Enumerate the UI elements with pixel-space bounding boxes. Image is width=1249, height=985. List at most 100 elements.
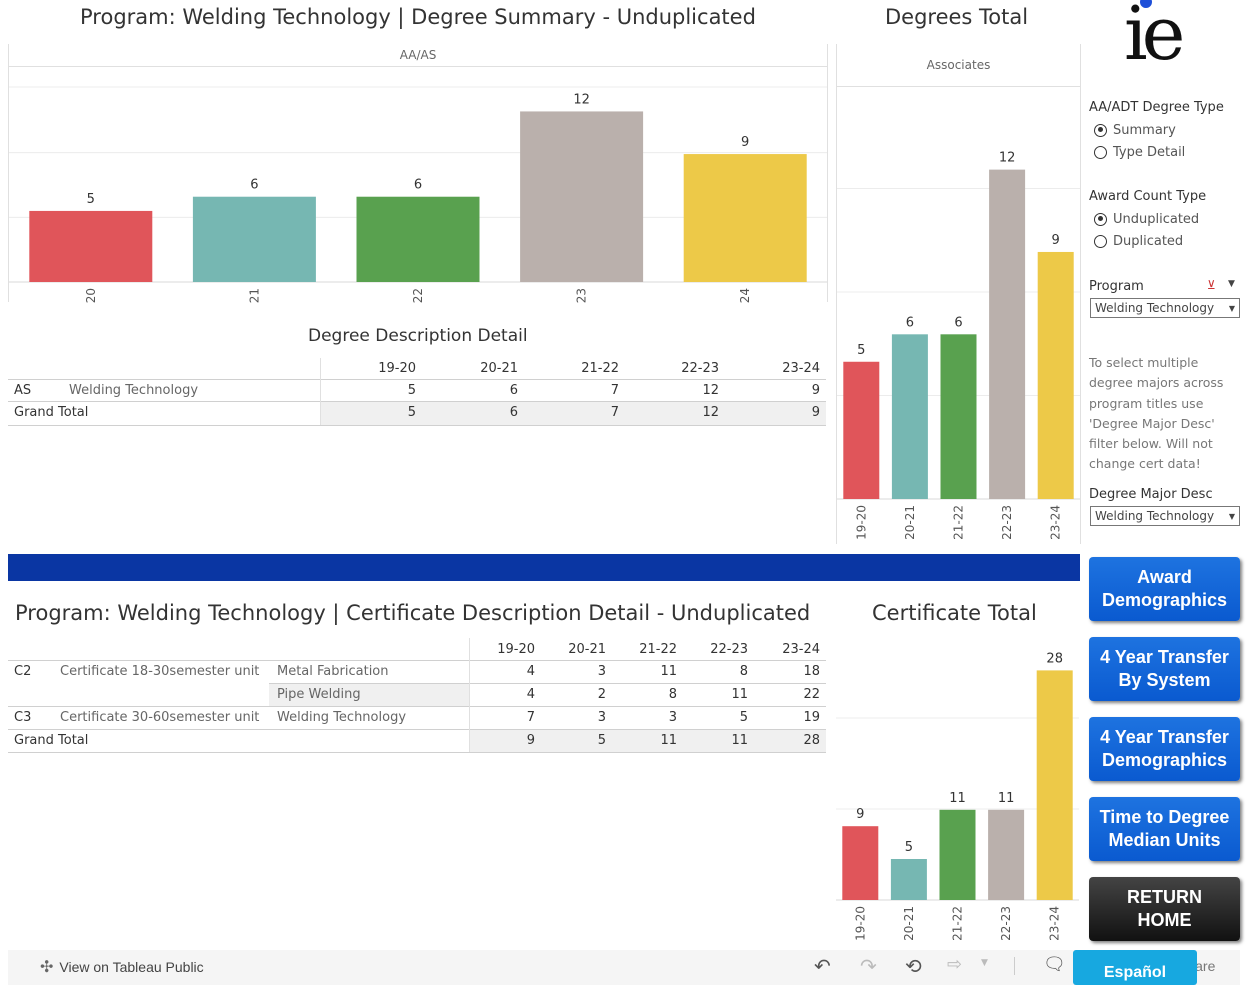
radio-selected-icon (1094, 123, 1107, 137)
certificate-total-title: Certificate Total (872, 601, 1037, 625)
cert-total-bar-value-label: 9 (856, 807, 864, 822)
redo-icon[interactable]: ↷ (860, 954, 877, 978)
table-value: 11 (660, 664, 677, 679)
table-value: 6 (509, 405, 518, 420)
column-header: 20-21 (568, 642, 606, 657)
table-value: 6 (509, 383, 518, 398)
degrees-total-bar-20-21 (891, 334, 928, 499)
award-count-radio-group: Unduplicated Duplicated (1094, 208, 1199, 252)
degrees-total-bar-23-24 (1037, 251, 1074, 499)
certificate-major: Pipe Welding (277, 687, 361, 702)
degree-detail-table: 19-20 20-21 21-22 22-23 23-24 AS Welding Techn… (8, 358, 826, 428)
comment-icon[interactable]: 🗨 (1043, 954, 1066, 975)
grand-total-label: Grand Total (14, 733, 89, 748)
view-on-tableau-link[interactable]: ✣ View on Tableau Public (40, 957, 204, 977)
espanol-label: Español (1103, 963, 1167, 981)
radio-unselected-icon (1094, 145, 1107, 159)
column-header: 23-24 (782, 361, 820, 376)
certificate-description: Certificate 18-30semester unit (60, 664, 260, 679)
summary-tick-label: 20-21 (247, 288, 261, 303)
return-home-line1: RETURN (1127, 887, 1202, 907)
degrees-total-bar-19-20 (843, 361, 880, 499)
table-value: 11 (731, 733, 748, 748)
undo-icon[interactable]: ↶ (814, 954, 831, 978)
degrees-total-tick-label: 22-23 (1000, 505, 1014, 540)
program-select[interactable]: Welding Technology ▼ (1090, 298, 1240, 318)
radio-selected-icon (1094, 212, 1107, 226)
degrees-total-tick-label: 19-20 (854, 505, 868, 540)
degrees-total-tick-label: 20-21 (903, 505, 917, 540)
clear-filter-icon[interactable]: ⊻ (1207, 278, 1216, 292)
radio-unduplicated[interactable]: Unduplicated (1094, 208, 1199, 230)
degree-major-select[interactable]: Welding Technology ▼ (1090, 506, 1240, 526)
multi-select-note: To select multiple degree majors across … (1089, 355, 1224, 472)
table-divider (8, 752, 826, 753)
transfer-by-system-button[interactable]: 4 Year Transfer By System (1089, 637, 1240, 701)
table-value: 2 (597, 687, 606, 702)
toolbar-separator (1014, 957, 1015, 975)
transfer-by-system-line2: By System (1118, 670, 1211, 690)
certificate-title: Program: Welding Technology | Certificat… (15, 601, 811, 625)
summary-bar-value-label: 6 (414, 178, 422, 193)
column-header: 22-23 (710, 642, 748, 657)
table-value: 11 (731, 687, 748, 702)
table-value: 4 (526, 687, 535, 702)
summary-bar-value-label: 5 (87, 192, 95, 207)
return-home-button[interactable]: RETURN HOME (1089, 877, 1240, 941)
refresh-icon[interactable]: ⇨ (947, 954, 962, 975)
table-divider (8, 425, 826, 426)
table-value: 7 (526, 710, 535, 725)
radio-summary[interactable]: Summary (1094, 119, 1185, 141)
column-header: 19-20 (378, 361, 416, 376)
table-value: 19 (803, 710, 820, 725)
summary-bar-21-22 (356, 196, 480, 282)
espanol-button[interactable]: Español (1073, 950, 1197, 985)
column-header: 22-23 (681, 361, 719, 376)
cert-total-bar-21-22 (939, 809, 976, 900)
summary-bar-20-21 (192, 196, 316, 282)
transfer-by-system-line1: 4 Year Transfer (1100, 647, 1229, 667)
column-header: 19-20 (497, 642, 535, 657)
degrees-total-panel: Associates 5 19-20 6 20-21 6 21-22 12 22-23 9 23-… (836, 44, 1081, 544)
certificate-total-chart: 9 19-20 5 20-21 11 21-22 11 22-23 28 23-24 (836, 651, 1079, 941)
cert-total-bar-value-label: 11 (949, 791, 966, 806)
table-value: 7 (610, 383, 619, 398)
cert-total-bar-value-label: 5 (905, 840, 913, 855)
cert-total-bar-19-20 (842, 826, 879, 900)
award-count-label: Award Count Type (1089, 189, 1207, 204)
certificate-code: C2 (14, 664, 32, 679)
degrees-total-title: Degrees Total (885, 5, 1029, 29)
certificate-description: Certificate 30-60semester unit (60, 710, 260, 725)
award-demographics-line2: Demographics (1101, 590, 1228, 610)
radio-type-detail-label: Type Detail (1113, 144, 1186, 160)
award-demographics-button[interactable]: Award Demographics (1089, 557, 1240, 621)
view-on-tableau-label: View on Tableau Public (59, 959, 204, 975)
transfer-demographics-button[interactable]: 4 Year Transfer Demographics (1089, 717, 1240, 781)
section-divider (8, 554, 1080, 581)
degrees-total-bar-value-label: 12 (999, 151, 1016, 166)
radio-type-detail[interactable]: Type Detail (1094, 141, 1185, 163)
filter-menu-icon[interactable]: ▼ (1228, 279, 1235, 289)
table-value: 5 (407, 405, 416, 420)
pause-chevron-icon[interactable]: ▼ (981, 958, 988, 968)
time-to-degree-line1: Time to Degree (1099, 807, 1230, 827)
table-value: 3 (668, 710, 677, 725)
time-to-degree-line2: Median Units (1108, 830, 1221, 850)
table-value: 5 (739, 710, 748, 725)
summary-tick-label: 19-20 (84, 288, 98, 303)
cert-total-tick-label: 20-21 (902, 906, 916, 941)
revert-icon[interactable]: ⟲ (905, 954, 922, 978)
degrees-total-bar-21-22 (940, 334, 977, 499)
table-value: 12 (702, 405, 719, 420)
radio-duplicated[interactable]: Duplicated (1094, 230, 1199, 252)
summary-bar-23-24 (683, 154, 807, 282)
table-value: 12 (702, 383, 719, 398)
table-value: 3 (597, 664, 606, 679)
program-label: Program (1089, 279, 1144, 294)
cert-total-tick-label: 22-23 (999, 906, 1013, 941)
degrees-total-bar-22-23 (989, 169, 1026, 499)
degree-detail-title: Degree Description Detail (308, 326, 528, 346)
column-header: 21-22 (639, 642, 677, 657)
time-to-degree-button[interactable]: Time to Degree Median Units (1089, 797, 1240, 861)
award-demographics-line1: Award (1137, 567, 1192, 587)
